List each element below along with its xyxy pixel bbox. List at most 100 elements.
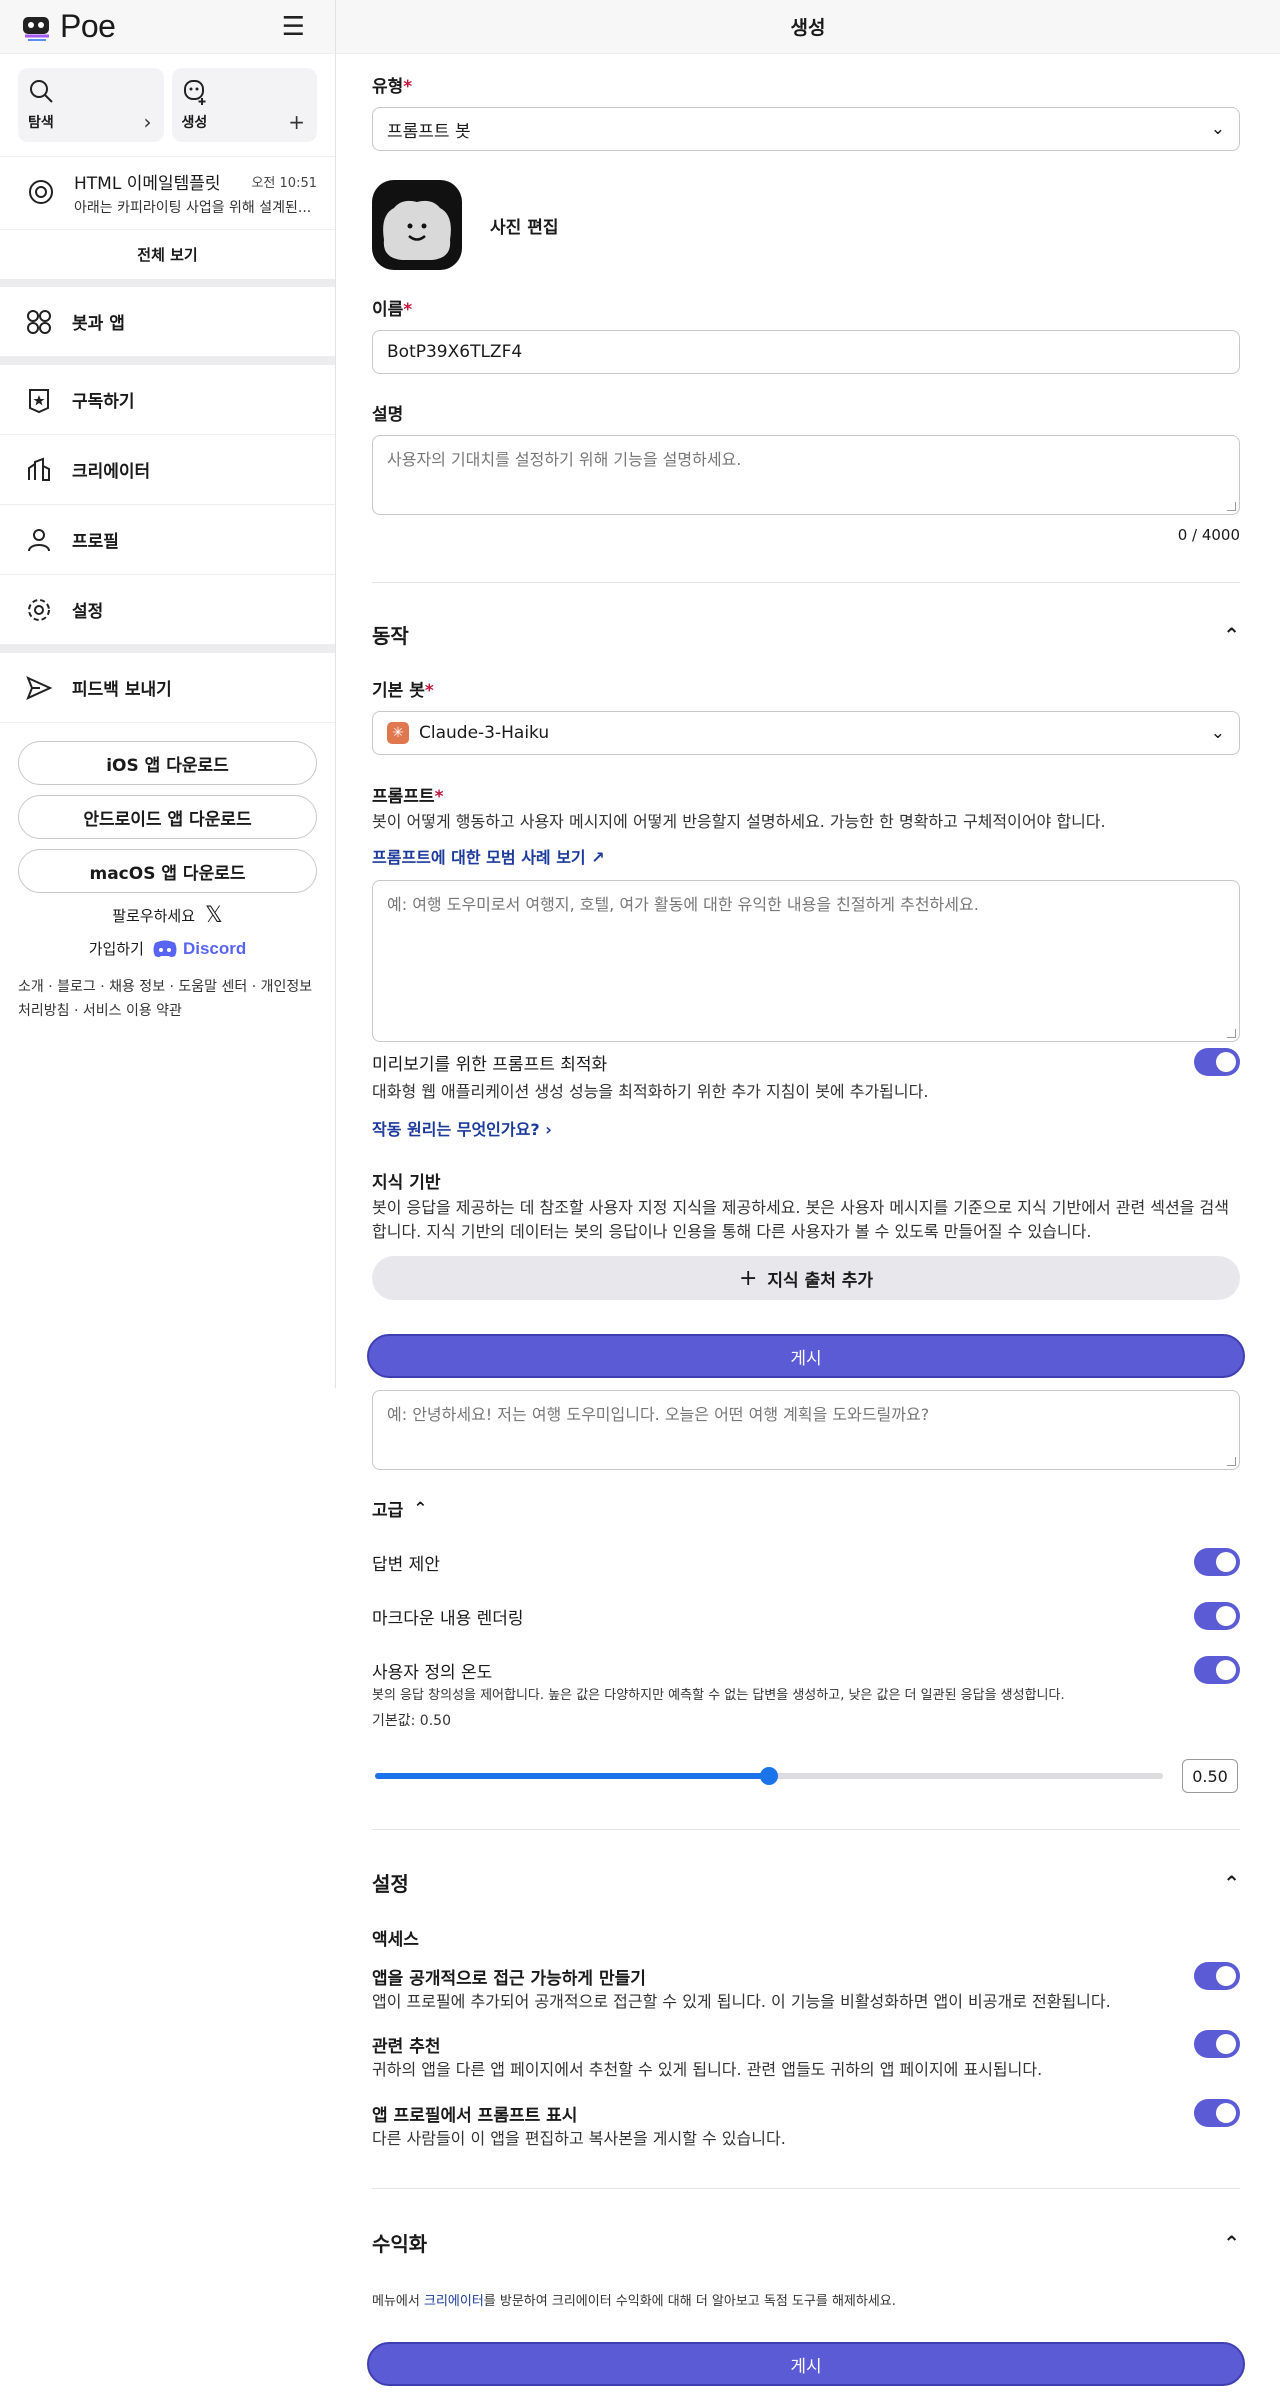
show-prompt-toggle[interactable] (1194, 2099, 1240, 2127)
nav-subscribe[interactable]: 구독하기 (0, 365, 335, 435)
sidebar: Poe ☰ 탐색 › 생성 + HTML 이메일템플릿 오전 10:51 아래는… (0, 0, 336, 1388)
nav-profile[interactable]: 프로필 (0, 505, 335, 575)
plus-icon: + (738, 1265, 758, 1291)
recent-chat-snippet: 아래는 카피라이팅 사업을 위해 설계된... (74, 200, 312, 216)
behavior-section-header[interactable]: 동작 ⌃ (372, 620, 1240, 649)
chevron-up-icon: ⌃ (413, 1498, 428, 1519)
related-toggle[interactable] (1194, 2030, 1240, 2058)
custom-temp-toggle[interactable] (1194, 1656, 1240, 1684)
publish-button[interactable]: 게시 (367, 1334, 1245, 1378)
optimize-desc: 대화형 웹 애플리케이션 생성 성능을 최적화하기 위한 추가 지침이 봇에 추… (372, 1082, 929, 1101)
type-value: 프롬프트 봇 (387, 121, 471, 142)
access-label: 액세스 (372, 1930, 419, 1950)
discord-link[interactable]: Discord (152, 939, 246, 959)
related-row: 관련 추천 (372, 2030, 1240, 2058)
optimize-toggle[interactable] (1194, 1048, 1240, 1076)
name-input[interactable]: BotP39X6TLZF4 (372, 330, 1240, 374)
chevron-up-icon: ⌃ (1223, 622, 1240, 647)
divider (0, 645, 335, 653)
explore-card[interactable]: 탐색 › (18, 68, 164, 142)
suggest-replies-toggle[interactable] (1194, 1548, 1240, 1576)
footer-links[interactable]: 소개 · 블로그 · 채용 정보 · 도움말 센터 · 개인정보 처리방침 · … (0, 959, 335, 1023)
chevron-right-icon: › (545, 1120, 552, 1139)
avatar-row: 사진 편집 (372, 180, 1240, 270)
nav-feedback[interactable]: 피드백 보내기 (0, 653, 335, 723)
nav-bots-apps[interactable]: 봇과 앱 (0, 287, 335, 357)
nav-label: 피드백 보내기 (72, 680, 172, 700)
suggest-replies-label: 답변 제안 (372, 1554, 440, 1575)
x-icon[interactable]: 𝕏 (205, 903, 223, 928)
avatar[interactable] (372, 180, 462, 270)
temp-slider[interactable] (375, 1767, 1163, 1785)
nav-settings[interactable]: 설정 (0, 575, 335, 645)
divider (372, 2188, 1240, 2189)
macos-download-button[interactable]: macOS 앱 다운로드 (18, 849, 317, 893)
follow-row: 팔로우하세요 𝕏 (0, 903, 335, 928)
poe-logo[interactable]: Poe (20, 8, 116, 45)
optimize-row: 미리보기를 위한 프롬프트 최적화 (372, 1048, 1240, 1076)
greeting-textarea[interactable]: 예: 안녕하세요! 저는 여행 도우미입니다. 오늘은 어떤 여행 계획을 도와… (372, 1390, 1240, 1470)
create-label: 생성 (181, 115, 208, 131)
page-title: 생성 (336, 0, 1280, 54)
creator-icon (24, 455, 54, 485)
bots-apps-icon (24, 307, 54, 337)
chevron-down-icon: ⌄ (1210, 119, 1225, 139)
markdown-label: 마크다운 내용 렌더링 (372, 1608, 524, 1629)
nav-creator[interactable]: 크리에이터 (0, 435, 335, 505)
search-icon (30, 80, 53, 103)
how-it-works-link[interactable]: 작동 원리는 무엇인가요? › (372, 1116, 1240, 1140)
ios-download-button[interactable]: iOS 앱 다운로드 (18, 741, 317, 785)
base-bot-select[interactable]: ✳ Claude-3-Haiku ⌄ (372, 711, 1240, 755)
publish-button-bottom[interactable]: 게시 (367, 2342, 1245, 2386)
custom-temp-label: 사용자 정의 온도 (372, 1662, 493, 1683)
view-all-link[interactable]: 전체 보기 (0, 229, 335, 279)
openai-icon (24, 175, 58, 209)
android-download-button[interactable]: 안드로이드 앱 다운로드 (18, 795, 317, 839)
knowledge-base-desc: 봇이 응답을 제공하는 데 참조할 사용자 지정 지식을 제공하세요. 봇은 사… (372, 1198, 1229, 1241)
menu-icon[interactable]: ☰ (282, 12, 305, 42)
advanced-label: 고급 (372, 1501, 404, 1521)
add-source-button[interactable]: + 지식 출처 추가 (372, 1256, 1240, 1300)
description-textarea[interactable]: 사용자의 기대치를 설정하기 위해 기능을 설명하세요. (372, 435, 1240, 515)
recent-chat-body: HTML 이메일템플릿 오전 10:51 아래는 카피라이팅 사업을 위해 설계… (74, 169, 317, 217)
temp-desc: 봇의 응답 창의성을 제어합니다. 높은 값은 다양하지만 예측할 수 없는 답… (372, 1688, 1065, 1703)
type-select[interactable]: 프롬프트 봇 ⌄ (372, 107, 1240, 151)
edit-photo-button[interactable]: 사진 편집 (490, 213, 558, 238)
profile-icon (24, 525, 54, 555)
prompt-example-link[interactable]: 프롬프트에 대한 모범 사례 보기 ↗ (372, 844, 1240, 868)
nav-label: 구독하기 (72, 392, 135, 412)
markdown-row: 마크다운 내용 렌더링 (372, 1602, 1240, 1630)
monetize-section-header[interactable]: 수익화 ⌃ (372, 2228, 1240, 2257)
prompt-textarea[interactable]: 예: 여행 도우미로서 여행지, 호텔, 여가 활동에 대한 유익한 내용을 친… (372, 880, 1240, 1042)
markdown-toggle[interactable] (1194, 1602, 1240, 1630)
suggest-replies-row: 답변 제안 (372, 1548, 1240, 1576)
optimize-label: 미리보기를 위한 프롬프트 최적화 (372, 1054, 608, 1075)
logo-text: Poe (60, 8, 116, 44)
settings-section-header[interactable]: 설정 ⌃ (372, 1868, 1240, 1897)
external-link-icon: ↗ (591, 848, 605, 867)
type-label: 유형* (372, 77, 413, 97)
temp-value-box[interactable]: 0.50 (1182, 1759, 1238, 1793)
explore-label: 탐색 (28, 115, 54, 131)
follow-label: 팔로우하세요 (112, 907, 196, 925)
show-prompt-row: 앱 프로필에서 프롬프트 표시 (372, 2099, 1240, 2127)
base-bot-value: Claude-3-Haiku (419, 723, 550, 743)
advanced-toggle[interactable]: 고급 ⌃ (372, 1496, 1240, 1522)
create-bot-icon (183, 80, 205, 105)
custom-temp-row: 사용자 정의 온도 (372, 1656, 1240, 1684)
description-label: 설명 (372, 405, 404, 425)
join-label: 가입하기 (88, 940, 144, 958)
monetize-desc: 메뉴에서 크리에이터를 방문하여 크리에이터 수익화에 대해 더 알아보고 독점… (372, 2294, 896, 2309)
nav-label: 크리에이터 (72, 462, 151, 482)
send-feedback-icon (24, 673, 54, 703)
subscribe-star-icon (24, 385, 54, 415)
public-label: 앱을 공개적으로 접근 가능하게 만들기 (372, 1968, 646, 1989)
create-card[interactable]: 생성 + (171, 68, 317, 142)
nav-label: 봇과 앱 (72, 314, 125, 334)
name-label: 이름* (372, 300, 413, 320)
creator-link[interactable]: 크리에이터 (424, 2294, 484, 2309)
public-toggle[interactable] (1194, 1962, 1240, 1990)
recent-chat-item[interactable]: HTML 이메일템플릿 오전 10:51 아래는 카피라이팅 사업을 위해 설계… (0, 156, 335, 229)
recent-chat-time: 오전 10:51 (251, 176, 317, 191)
temp-slider-thumb[interactable] (760, 1767, 778, 1785)
